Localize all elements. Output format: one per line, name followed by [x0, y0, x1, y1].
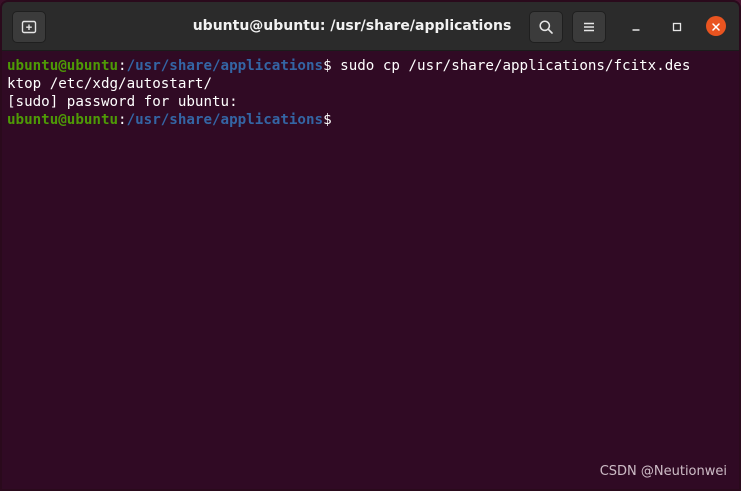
search-icon	[538, 19, 554, 35]
search-button[interactable]	[529, 11, 563, 43]
prompt-symbol: $	[323, 112, 332, 128]
watermark: CSDN @Neutionwei	[599, 464, 727, 479]
prompt-separator: :	[118, 58, 127, 74]
menu-button[interactable]	[572, 11, 606, 43]
new-tab-button[interactable]	[12, 11, 46, 43]
prompt-path: /usr/share/applications	[126, 112, 324, 128]
prompt-symbol: $	[323, 58, 332, 74]
close-button[interactable]	[706, 16, 726, 36]
window-title: ubuntu@ubuntu: /usr/share/applications	[192, 18, 512, 34]
new-tab-icon	[21, 19, 37, 35]
terminal-line-output: [sudo] password for ubuntu:	[7, 94, 238, 110]
command-text: sudo cp /usr/share/applications/fcitx.de…	[331, 58, 691, 74]
hamburger-menu-icon	[582, 20, 596, 34]
prompt-user: ubuntu@ubuntu	[7, 112, 119, 128]
close-icon	[711, 17, 721, 36]
terminal-window[interactable]: ubuntu@ubuntu: /usr/share/applications u…	[0, 0, 741, 491]
prompt-path: /usr/share/applications	[126, 58, 324, 74]
titlebar[interactable]: ubuntu@ubuntu: /usr/share/applications	[2, 2, 739, 51]
maximize-icon	[672, 17, 682, 36]
prompt-user: ubuntu@ubuntu	[7, 58, 119, 74]
prompt-separator: :	[118, 112, 127, 128]
terminal-line-prompt: ubuntu@ubuntu:/usr/share/applications$	[7, 111, 739, 129]
terminal-output[interactable]: ubuntu@ubuntu:/usr/share/applications$ s…	[2, 51, 739, 489]
minimize-button[interactable]	[626, 16, 646, 36]
terminal-line-prompt: ubuntu@ubuntu:/usr/share/applications$ s…	[7, 57, 739, 75]
minimize-icon	[631, 17, 641, 36]
terminal-line-output: ktop /etc/xdg/autostart/	[7, 76, 212, 92]
maximize-button[interactable]	[667, 16, 687, 36]
